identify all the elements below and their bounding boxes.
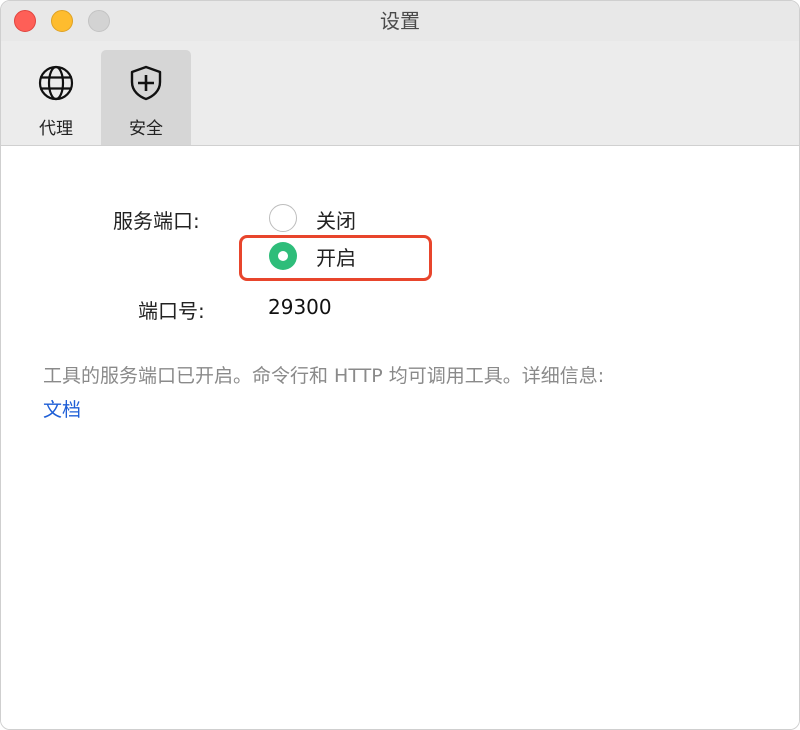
settings-window: 设置 代理 安全 服务端口: 关闭 开启 端口号: 29300 工具的服务端口已… <box>0 0 800 730</box>
tab-security-label: 安全 <box>129 119 163 139</box>
preferences-toolbar: 代理 安全 <box>1 41 799 146</box>
tab-proxy-label: 代理 <box>39 119 73 139</box>
globe-icon <box>38 65 74 101</box>
radio-on[interactable] <box>269 242 297 270</box>
title-bar: 设置 <box>1 1 799 41</box>
service-port-label: 服务端口: <box>113 209 200 233</box>
radio-off-label[interactable]: 关闭 <box>316 205 356 234</box>
radio-on-label[interactable]: 开启 <box>316 242 356 271</box>
documentation-link[interactable]: 文档 <box>43 395 81 422</box>
window-title: 设置 <box>380 9 420 33</box>
tab-proxy[interactable]: 代理 <box>11 50 101 145</box>
radio-off[interactable] <box>269 204 297 232</box>
port-number-value: 29300 <box>268 295 332 319</box>
shield-plus-icon <box>130 65 162 101</box>
security-panel: 服务端口: 关闭 开启 端口号: 29300 工具的服务端口已开启。命令行和 H… <box>1 146 799 729</box>
port-number-label: 端口号: <box>138 299 205 323</box>
tab-security[interactable]: 安全 <box>101 50 191 145</box>
service-description: 工具的服务端口已开启。命令行和 HTTP 均可调用工具。详细信息: <box>43 365 605 387</box>
